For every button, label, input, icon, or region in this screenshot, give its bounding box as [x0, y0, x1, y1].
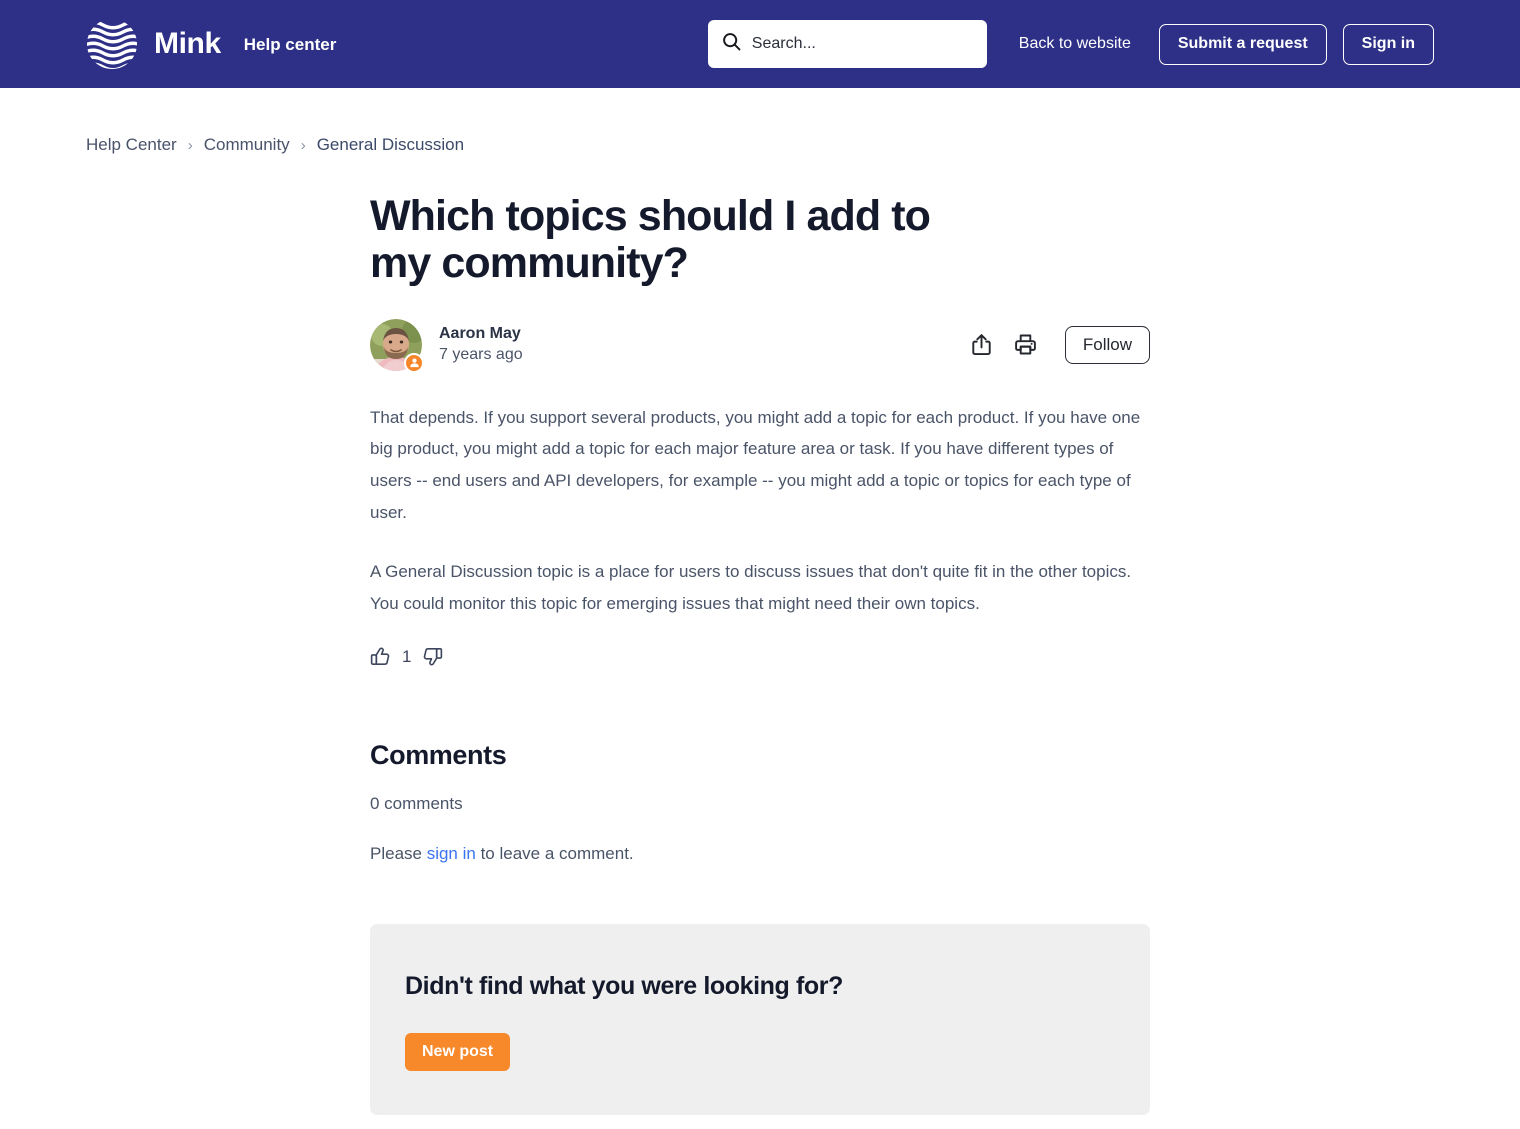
comments-count: 0 comments [370, 794, 463, 814]
comments-heading: Comments [370, 740, 507, 771]
breadcrumb-item-general-discussion[interactable]: General Discussion [317, 135, 464, 155]
user-badge-icon [404, 352, 424, 373]
share-icon[interactable] [971, 333, 992, 356]
breadcrumb-item-help-center[interactable]: Help Center [86, 135, 177, 155]
comments-signin-prompt: Please sign in to leave a comment. [370, 844, 1150, 864]
author-row: Aaron May 7 years ago Follow [370, 318, 1150, 373]
brand[interactable]: Mink Help center [86, 18, 336, 70]
search-box[interactable] [707, 20, 987, 68]
brand-subtitle: Help center [243, 34, 337, 54]
chevron-right-icon: › [187, 136, 193, 154]
callout-title: Didn't find what you were looking for? [405, 972, 843, 1001]
thumbs-up-icon[interactable] [370, 646, 391, 667]
chevron-right-icon: › [300, 136, 306, 154]
submit-a-request-button[interactable]: Submit a request [1158, 23, 1327, 65]
brand-name: Mink [154, 27, 221, 60]
follow-button[interactable]: Follow [1064, 325, 1150, 364]
breadcrumb: Help Center › Community › General Discus… [86, 135, 1520, 155]
article-body: That depends. If you support several pro… [370, 402, 1150, 620]
signin-prompt-prefix: Please [370, 844, 427, 864]
search-input[interactable] [751, 35, 973, 53]
site-header: Mink Help center Back to website Submit … [0, 0, 1520, 88]
new-post-button[interactable]: New post [405, 1033, 511, 1072]
avatar [370, 318, 424, 373]
article-actions: Follow [971, 325, 1150, 364]
back-to-website-link[interactable]: Back to website [1007, 35, 1143, 53]
vote-count: 1 [402, 646, 412, 666]
page-title: Which topics should I add to my communit… [370, 192, 931, 288]
signin-prompt-suffix: to leave a comment. [475, 844, 634, 864]
new-post-callout: Didn't find what you were looking for? N… [370, 924, 1150, 1116]
sign-in-button[interactable]: Sign in [1342, 23, 1434, 65]
author-name: Aaron May [439, 324, 521, 342]
author-meta: Aaron May 7 years ago [439, 323, 523, 367]
author-date: 7 years ago [439, 346, 523, 364]
sign-in-link[interactable]: sign in [427, 844, 476, 863]
article-paragraph: That depends. If you support several pro… [370, 407, 1141, 522]
search-icon [722, 32, 741, 56]
article-paragraph: A General Discussion topic is a place fo… [370, 561, 1132, 613]
header-actions: Back to website Submit a request Sign in [707, 0, 1434, 88]
article-container: Which topics should I add to my communit… [370, 155, 1150, 1116]
globe-waves-icon [86, 18, 138, 70]
print-icon[interactable] [1014, 333, 1037, 356]
breadcrumb-item-community[interactable]: Community [204, 135, 290, 155]
vote-row: 1 [370, 646, 1150, 667]
thumbs-down-icon[interactable] [422, 646, 443, 667]
